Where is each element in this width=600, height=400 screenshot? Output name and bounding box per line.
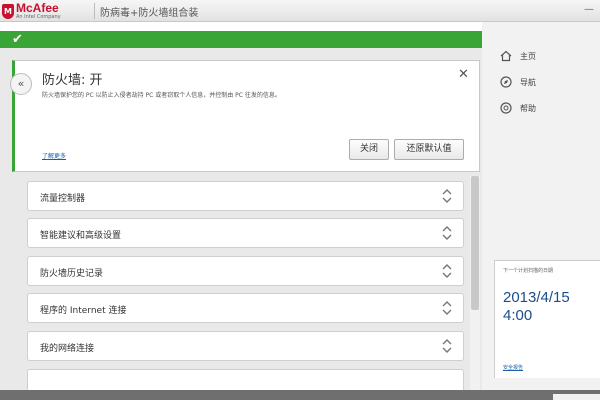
title-divider [94,3,95,19]
home-icon [500,50,512,62]
list-item-network-connections[interactable]: 我的网络连接 [27,331,464,361]
scroll-thumb[interactable] [471,176,479,310]
bottom-strip [0,390,600,400]
help-icon [500,102,512,114]
protection-status-bar: ✔ [0,31,482,48]
list-item-label: 我的网络连接 [40,344,95,354]
scrollbar[interactable] [470,176,480,390]
nav-navigation[interactable]: 导航 [500,75,536,89]
compass-icon [500,76,512,88]
security-report-link[interactable]: 安全报告 [503,364,523,371]
minimize-button[interactable]: — [584,4,594,15]
scheduled-scan-label: 下一个计划扫描的日期 [503,268,554,274]
nav-label: 帮助 [520,103,536,113]
expand-chevron-icon [442,226,452,240]
close-icon[interactable]: ✕ [458,67,469,82]
shield-icon: M [2,3,14,19]
nav-label: 导航 [520,77,536,87]
app-title: 防病毒+防火墙组合装 [100,8,199,19]
list-item-label: 防火墙历史记录 [40,269,104,279]
nav-help[interactable]: 帮助 [500,101,536,115]
list-item-program-connections[interactable]: 程序的 Internet 连接 [27,293,464,323]
title-bar [0,0,600,22]
list-item-label: 智能建议和高级设置 [40,231,122,241]
scheduled-scan-time: 4:00 [503,307,533,324]
bottom-right-panel [553,394,600,400]
firewall-description: 防火墙保护您的 PC 以防止入侵者劫持 PC 或者窃取个人信息，并控制由 PC … [42,92,281,99]
list-item-traffic-controller[interactable]: 流量控制器 [27,181,464,211]
expand-chevron-icon [442,189,452,203]
expand-chevron-icon [442,264,452,278]
nav-home[interactable]: 主页 [500,49,536,63]
list-item-firewall-history[interactable]: 防火墙历史记录 [27,256,464,286]
list-item-label: 流量控制器 [40,194,86,204]
list-item-label: 程序的 Internet 连接 [40,306,127,316]
firewall-title: 防火墙: 开 [42,73,103,88]
list-item-partial[interactable] [27,369,464,390]
list-item-smart-advice[interactable]: 智能建议和高级设置 [27,218,464,248]
mcafee-logo: M McAfee An Intel Company [2,0,61,22]
brand-name: McAfee [16,1,59,15]
nav-label: 主页 [520,51,536,61]
close-button[interactable]: 关闭 [349,139,389,160]
back-button[interactable]: « [10,73,32,95]
check-icon: ✔ [12,32,23,47]
scheduled-scan-date: 2013/4/15 [503,289,570,306]
learn-more-link[interactable]: 了解更多 [42,151,66,160]
reset-defaults-button[interactable]: 还原默认值 [394,139,464,160]
expand-chevron-icon [442,301,452,315]
brand-subtitle: An Intel Company [16,14,61,20]
expand-chevron-icon [442,339,452,353]
